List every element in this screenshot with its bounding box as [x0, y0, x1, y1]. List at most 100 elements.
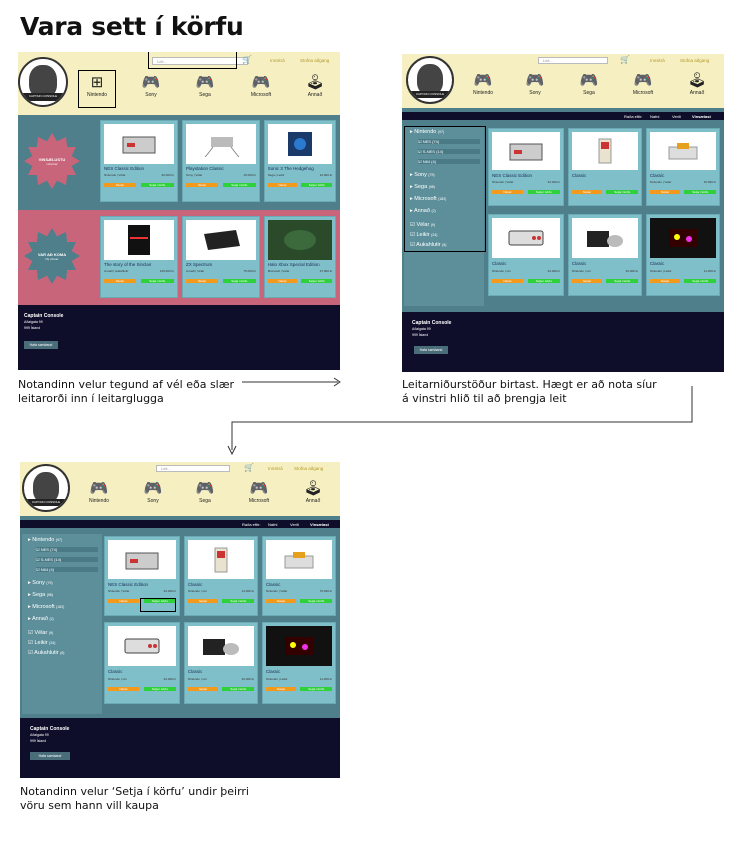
footer-city: 999 Ísland: [412, 333, 429, 337]
signup-link[interactable]: Stofna aðgang: [300, 58, 329, 63]
filter-microsoft[interactable]: ▸ Microsoft (182): [28, 604, 64, 610]
footer: Captain Console Aðalgata 99 999 Ísland H…: [18, 305, 340, 370]
contact-button[interactable]: Hafa samband: [24, 341, 58, 349]
view-button[interactable]: Nánar: [186, 279, 218, 284]
product-price: 32.000 kr: [241, 676, 255, 681]
contact-button[interactable]: Hafa samband: [414, 346, 448, 354]
view-button[interactable]: Nánar: [267, 183, 298, 188]
view-button[interactable]: Nánar: [267, 279, 298, 284]
view-button[interactable]: Nánar: [265, 687, 297, 691]
add-to-cart-button[interactable]: Setja í körfu: [301, 279, 333, 284]
sort-price[interactable]: Verði: [672, 114, 681, 119]
add-to-cart-button[interactable]: Setja í körfu: [606, 189, 639, 194]
view-button[interactable]: Nánar: [187, 599, 219, 604]
add-to-cart-button[interactable]: Setja í körfu: [684, 189, 717, 194]
view-button[interactable]: Nánar: [571, 279, 603, 283]
sort-name[interactable]: Nafni: [268, 522, 277, 527]
view-button[interactable]: Nánar: [491, 189, 524, 194]
category-nintendo[interactable]: 🎮 Nintendo: [468, 72, 498, 96]
filter-type-games[interactable]: ☑ Leikir (24): [28, 640, 55, 646]
category-other[interactable]: 🕹 Annað: [682, 72, 712, 96]
sort-popular[interactable]: Vinsælast: [310, 522, 329, 527]
view-button[interactable]: Nánar: [571, 189, 603, 194]
category-microsoft[interactable]: 🎮 Microsoft: [628, 72, 658, 96]
add-to-cart-button[interactable]: Setja í körfu: [140, 279, 174, 284]
footer-city: 999 Ísland: [24, 326, 41, 330]
view-button[interactable]: Nánar: [491, 279, 524, 283]
add-to-cart-button[interactable]: Setja í körfu: [140, 183, 174, 188]
add-to-cart-button[interactable]: Setja í körfu: [606, 279, 639, 283]
product-card: Classic Nintendo | xxx 32.000 kr Nánar Setja…: [104, 622, 180, 704]
sort-popular[interactable]: Vinsælast: [692, 114, 711, 119]
product-card: Classic Nintendo | Vélar 15.000 kr Nánar Set…: [646, 128, 720, 206]
category-microsoft[interactable]: 🎮 Microsoft: [246, 74, 276, 98]
product-price: 16.000 kr: [319, 173, 333, 177]
highlight-nintendo: [78, 70, 116, 108]
category-other[interactable]: 🕹 Annað: [300, 74, 330, 98]
add-to-cart-button[interactable]: Setja í körfu: [527, 189, 561, 194]
category-nintendo[interactable]: 🎮 Nintendo: [84, 480, 114, 504]
view-button[interactable]: Nánar: [107, 687, 140, 691]
view-button[interactable]: Nánar: [107, 599, 140, 604]
view-button[interactable]: Nánar: [187, 687, 219, 691]
filter-type-accessories[interactable]: ☑ Aukahlutir (6): [28, 650, 64, 656]
view-button[interactable]: Nánar: [265, 599, 297, 604]
add-to-cart-button[interactable]: Setja í körfu: [684, 279, 717, 283]
product-name: Sonic 3 The Hedgehog: [267, 165, 314, 171]
sort-name[interactable]: Nafni: [650, 114, 659, 119]
add-to-cart-button[interactable]: Setja í körfu: [300, 599, 333, 604]
add-to-cart-button[interactable]: Setja í körfu: [300, 687, 333, 691]
add-to-cart-button[interactable]: Setja í körfu: [222, 599, 255, 604]
cart-icon[interactable]: 🛒: [244, 463, 254, 472]
add-to-cart-button[interactable]: Setja í körfu: [527, 279, 561, 283]
footer: Captain Console Aðalgata 99 999 Ísland H…: [20, 718, 340, 778]
search-input[interactable]: Leit...: [538, 57, 608, 64]
category-other[interactable]: 🕹 Annað: [298, 480, 328, 504]
category-microsoft[interactable]: 🎮 Microsoft: [244, 480, 274, 504]
signup-link[interactable]: Stofna aðgang: [680, 58, 709, 63]
cart-icon[interactable]: 🛒: [620, 55, 630, 64]
filter-sub-n64[interactable]: ☑ N64 (4): [36, 567, 98, 572]
signup-link[interactable]: Stofna aðgang: [294, 466, 323, 471]
filter-sony[interactable]: ▸ Sony (79): [28, 580, 53, 586]
category-sony[interactable]: 🎮 Sony: [138, 480, 168, 504]
product-name: Classic: [187, 669, 203, 675]
filter-nintendo[interactable]: ▸ Nintendo (97): [28, 537, 62, 543]
add-to-cart-button[interactable]: Setja í körfu: [143, 687, 177, 691]
filter-type-consoles[interactable]: ☑ Vélar (9): [28, 630, 53, 636]
product-price: 75.000 kr: [243, 269, 256, 273]
product-image: [649, 218, 717, 259]
view-button[interactable]: Nánar: [649, 279, 681, 283]
view-button[interactable]: Nánar: [186, 183, 218, 188]
cart-icon[interactable]: 🛒: [242, 55, 252, 64]
category-sony[interactable]: 🎮 Sony: [520, 72, 550, 96]
category-sega[interactable]: 🎮 Sega: [190, 480, 220, 504]
filter-other[interactable]: ▸ Annað (2): [28, 616, 54, 622]
product-image: [267, 124, 333, 165]
product-meta: Nintendo | Vélar: [104, 173, 126, 177]
login-link[interactable]: Innskrá: [270, 58, 285, 63]
sony-controller-icon: 🎮: [141, 74, 161, 91]
login-link[interactable]: Innskrá: [268, 466, 283, 471]
category-sega[interactable]: 🎮 Sega: [190, 74, 220, 98]
filter-sub-nes[interactable]: ☑ NES (74): [36, 547, 98, 552]
product-price: 32.000 kr: [163, 676, 177, 681]
add-to-cart-button[interactable]: Setja í körfu: [301, 183, 333, 188]
product-price: 32.000 kr: [547, 268, 561, 273]
filter-sega[interactable]: ▸ Sega (98): [28, 592, 53, 598]
login-link[interactable]: Innskrá: [650, 58, 665, 63]
add-to-cart-button[interactable]: Setja í körfu: [222, 687, 255, 691]
add-to-cart-button[interactable]: Setja í körfu: [222, 279, 256, 284]
sort-price[interactable]: Verði: [290, 522, 299, 527]
product-card: Classic Nintendo | xxx 32.000 kr Nánar Setja…: [184, 622, 258, 704]
add-to-cart-button[interactable]: Setja í körfu: [222, 183, 256, 188]
view-button[interactable]: Nánar: [649, 189, 681, 194]
view-button[interactable]: Nánar: [104, 183, 136, 188]
filter-sub-snes[interactable]: ☑ S-NES (14): [36, 557, 98, 562]
product-meta: Nintendo | xxx: [107, 676, 127, 681]
category-sony[interactable]: 🎮 Sony: [136, 74, 166, 98]
search-input[interactable]: Leit...: [156, 465, 230, 472]
category-sega[interactable]: 🎮 Sega: [574, 72, 604, 96]
contact-button[interactable]: Hafa samband: [30, 752, 70, 760]
view-button[interactable]: Nánar: [104, 279, 136, 284]
